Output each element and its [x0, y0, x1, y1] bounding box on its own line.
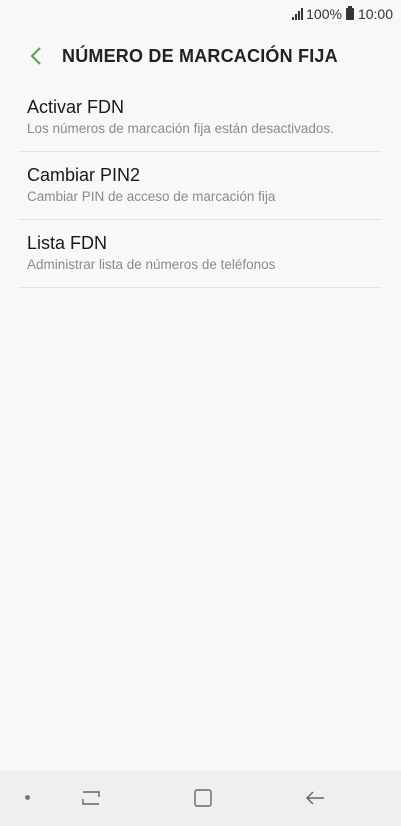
list-item-title: Cambiar PIN2 [27, 165, 141, 185]
back-nav-button[interactable] [304, 786, 326, 815]
home-icon [194, 789, 212, 807]
list-item-activar-fdn[interactable]: Activar FDN Los números de marcación fij… [19, 84, 381, 152]
list-item-title: Lista FDN [27, 233, 108, 253]
home-button[interactable] [192, 786, 214, 815]
list-item-subtitle: Los números de marcación fija están desa… [27, 121, 334, 136]
clock: 10:00 [357, 6, 393, 22]
list-item-lista-fdn[interactable]: Lista FDN Administrar lista de números d… [19, 220, 381, 288]
chevron-left-icon [30, 47, 41, 65]
battery-percent: 100% [306, 6, 342, 22]
recent-apps-icon [82, 791, 100, 805]
list-item-cambiar-pin2[interactable]: Cambiar PIN2 Cambiar PIN de acceso de ma… [19, 152, 381, 220]
settings-list: Activar FDN Los números de marcación fij… [19, 84, 381, 288]
list-item-subtitle: Administrar lista de números de teléfono… [27, 257, 276, 272]
back-arrow-icon [306, 791, 324, 805]
signal-icon [292, 8, 304, 20]
navigation-bar [0, 770, 401, 826]
list-item-title: Activar FDN [27, 97, 125, 117]
battery-icon [345, 6, 354, 20]
dot-icon[interactable] [25, 795, 30, 800]
list-item-subtitle: Cambiar PIN de acceso de marcación fija [27, 189, 276, 204]
app-bar: NÚMERO DE MARCACIÓN FIJA [0, 38, 401, 74]
back-button[interactable] [18, 38, 54, 74]
page-title: NÚMERO DE MARCACIÓN FIJA [62, 45, 338, 66]
recent-apps-button[interactable] [80, 786, 102, 815]
status-bar: 100% 10:00 [0, 0, 401, 28]
